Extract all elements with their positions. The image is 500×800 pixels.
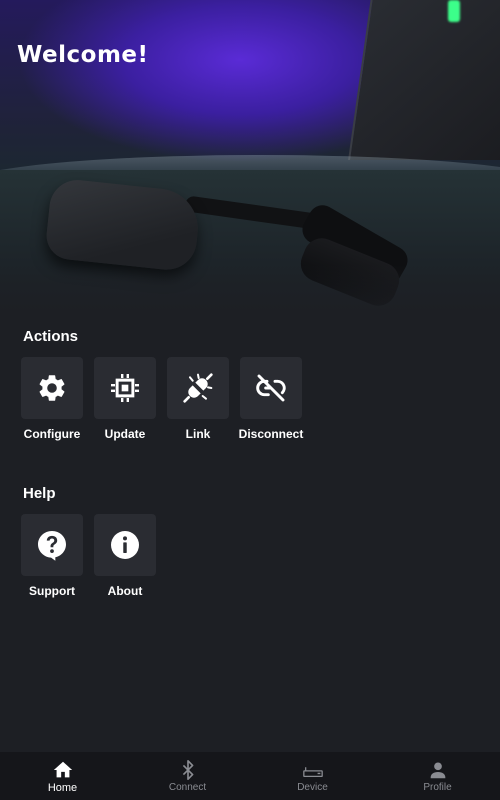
nav-connect[interactable]: Connect	[125, 752, 250, 800]
configure-button[interactable]: Configure	[21, 357, 83, 441]
update-button[interactable]: Update	[94, 357, 156, 441]
nav-connect-label: Connect	[168, 782, 207, 793]
support-button[interactable]: Support	[21, 514, 83, 598]
about-label: About	[107, 584, 143, 598]
link-button[interactable]: Link	[167, 357, 229, 441]
support-label: Support	[29, 584, 75, 598]
update-label: Update	[104, 427, 146, 441]
nav-home-label: Home	[47, 781, 78, 794]
info-icon	[111, 531, 139, 559]
page-title: Welcome!	[17, 42, 149, 68]
configure-tile[interactable]	[21, 357, 83, 419]
question-bubble-icon	[38, 531, 66, 561]
device-icon	[302, 767, 323, 778]
update-tile[interactable]	[94, 357, 156, 419]
gear-icon	[39, 375, 65, 401]
nav-device-label: Device	[297, 782, 328, 793]
unlink-icon	[256, 374, 286, 402]
support-tile[interactable]	[21, 514, 83, 576]
disconnect-tile[interactable]	[240, 357, 302, 419]
help-grid: Support About	[21, 514, 156, 598]
plug-icon	[183, 373, 213, 403]
about-button[interactable]: About	[94, 514, 156, 598]
bottom-nav: Home Connect Device Profile	[0, 752, 500, 800]
home-icon	[53, 761, 72, 777]
configure-label: Configure	[23, 427, 81, 441]
nav-profile-label: Profile	[423, 782, 452, 793]
disconnect-button[interactable]: Disconnect	[238, 357, 304, 441]
link-tile[interactable]	[167, 357, 229, 419]
nav-profile[interactable]: Profile	[375, 752, 500, 800]
link-label: Link	[185, 427, 211, 441]
nav-home[interactable]: Home	[0, 752, 125, 800]
help-section-title: Help	[23, 485, 56, 502]
actions-grid: Configure Update Link Disconnect	[21, 357, 304, 441]
person-icon	[430, 762, 445, 779]
nav-device[interactable]: Device	[250, 752, 375, 800]
about-tile[interactable]	[94, 514, 156, 576]
disconnect-label: Disconnect	[238, 427, 304, 441]
chip-icon	[111, 374, 139, 402]
actions-section-title: Actions	[23, 328, 79, 345]
bluetooth-icon	[182, 760, 193, 780]
